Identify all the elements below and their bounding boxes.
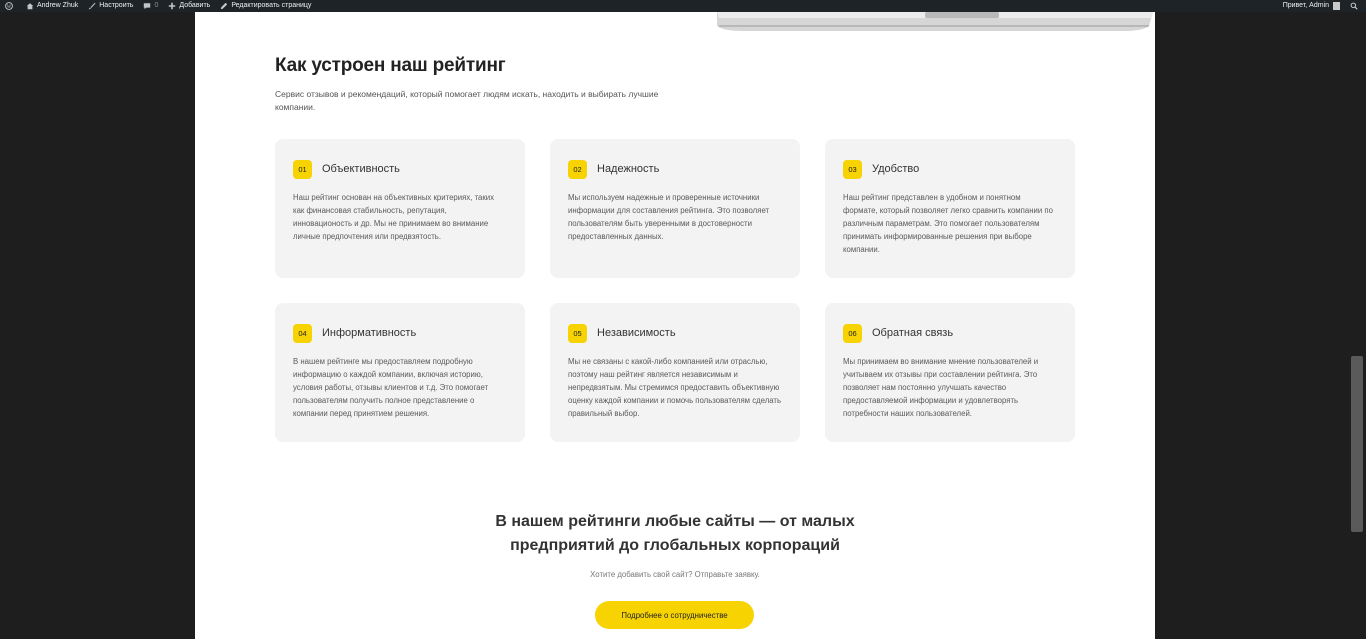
- feature-card-informativeness: 04 Информативность В нашем рейтинге мы п…: [275, 303, 525, 442]
- feature-text: Мы не связаны с какой-либо компанией или…: [568, 357, 782, 418]
- feature-card-feedback: 06 Обратная связь Мы принимаем во вниман…: [825, 303, 1075, 442]
- feature-card-independence: 05 Независимость Мы не связаны с какой-л…: [550, 303, 800, 442]
- feature-title: Объективность: [322, 163, 400, 175]
- adminbar-greeting: Привет, Admin: [1282, 2, 1329, 9]
- svg-text:W: W: [7, 5, 12, 10]
- wordpress-logo-icon[interactable]: W: [0, 2, 21, 10]
- feature-card-convenience: 03 Удобство Наш рейтинг представлен в уд…: [825, 139, 1075, 278]
- cta-heading-line2: предприятий до глобальных корпораций: [510, 537, 840, 554]
- home-icon: [26, 3, 34, 10]
- adminbar-customize-label: Настроить: [99, 2, 134, 9]
- cta-heading: В нашем рейтинги любые сайты — от малых …: [195, 510, 1155, 558]
- adminbar-new-label: Добавить: [179, 2, 211, 9]
- page-scrollbar[interactable]: [1349, 12, 1366, 639]
- scrollbar-thumb[interactable]: [1351, 356, 1363, 532]
- feature-number-badge: 03: [843, 159, 862, 179]
- feature-text: Наш рейтинг основан на объективных крите…: [293, 193, 495, 241]
- feature-number-badge: 04: [293, 323, 312, 343]
- page-content: Как устроен наш рейтинг Сервис отзывов и…: [195, 12, 1155, 639]
- cta-heading-line1: В нашем рейтинги любые сайты — от малых: [495, 513, 855, 530]
- cooperation-button[interactable]: Подробнее о сотрудничестве: [595, 601, 754, 629]
- adminbar-customize[interactable]: Настроить: [83, 0, 138, 12]
- feature-number-badge: 01: [293, 159, 312, 179]
- adminbar-account[interactable]: Привет, Admin: [1278, 0, 1345, 12]
- feature-text: В нашем рейтинге мы предоставляем подроб…: [293, 357, 489, 418]
- laptop-image: [717, 12, 1153, 31]
- section-title: Как устроен наш рейтинг: [275, 55, 506, 76]
- adminbar-edit-page[interactable]: Редактировать страницу: [215, 0, 316, 12]
- feature-title: Обратная связь: [872, 327, 954, 339]
- adminbar-comments[interactable]: 0: [138, 0, 163, 12]
- feature-title: Независимость: [597, 327, 676, 339]
- feature-number-badge: 02: [568, 159, 587, 179]
- avatar: [1333, 2, 1340, 10]
- feature-title: Информативность: [322, 327, 417, 339]
- feature-title: Удобство: [872, 163, 920, 175]
- feature-text: Мы используем надежные и проверенные ист…: [568, 193, 770, 241]
- feature-text: Мы принимаем во внимание мнение пользова…: [843, 357, 1039, 418]
- cta-subtitle: Хотите добавить свой сайт? Отправьте зая…: [590, 570, 760, 579]
- feature-number-badge: 05: [568, 323, 587, 343]
- adminbar-site-name[interactable]: Andrew Zhuk: [21, 0, 83, 12]
- brush-icon: [89, 2, 96, 10]
- search-icon: [1350, 2, 1358, 10]
- pencil-icon: [221, 2, 228, 10]
- comment-icon: [144, 3, 151, 10]
- adminbar-comments-count: 0: [154, 2, 159, 9]
- admin-bar: W Andrew Zhuk Настроить 0 Добавить Редак…: [0, 0, 1366, 12]
- feature-card-objectivity: 01 Объективность Наш рейтинг основан на …: [275, 139, 525, 278]
- section-subtitle: Сервис отзывов и рекомендаций, который п…: [275, 89, 659, 112]
- feature-title: Надежность: [597, 163, 660, 175]
- feature-card-reliability: 02 Надежность Мы используем надежные и п…: [550, 139, 800, 278]
- adminbar-search[interactable]: [1345, 2, 1366, 10]
- plus-icon: [169, 2, 176, 10]
- adminbar-edit-label: Редактировать страницу: [231, 2, 312, 9]
- adminbar-new[interactable]: Добавить: [163, 0, 215, 12]
- feature-text: Наш рейтинг представлен в удобном и поня…: [843, 193, 1053, 254]
- adminbar-site-label: Andrew Zhuk: [37, 2, 79, 9]
- feature-number-badge: 06: [843, 323, 862, 343]
